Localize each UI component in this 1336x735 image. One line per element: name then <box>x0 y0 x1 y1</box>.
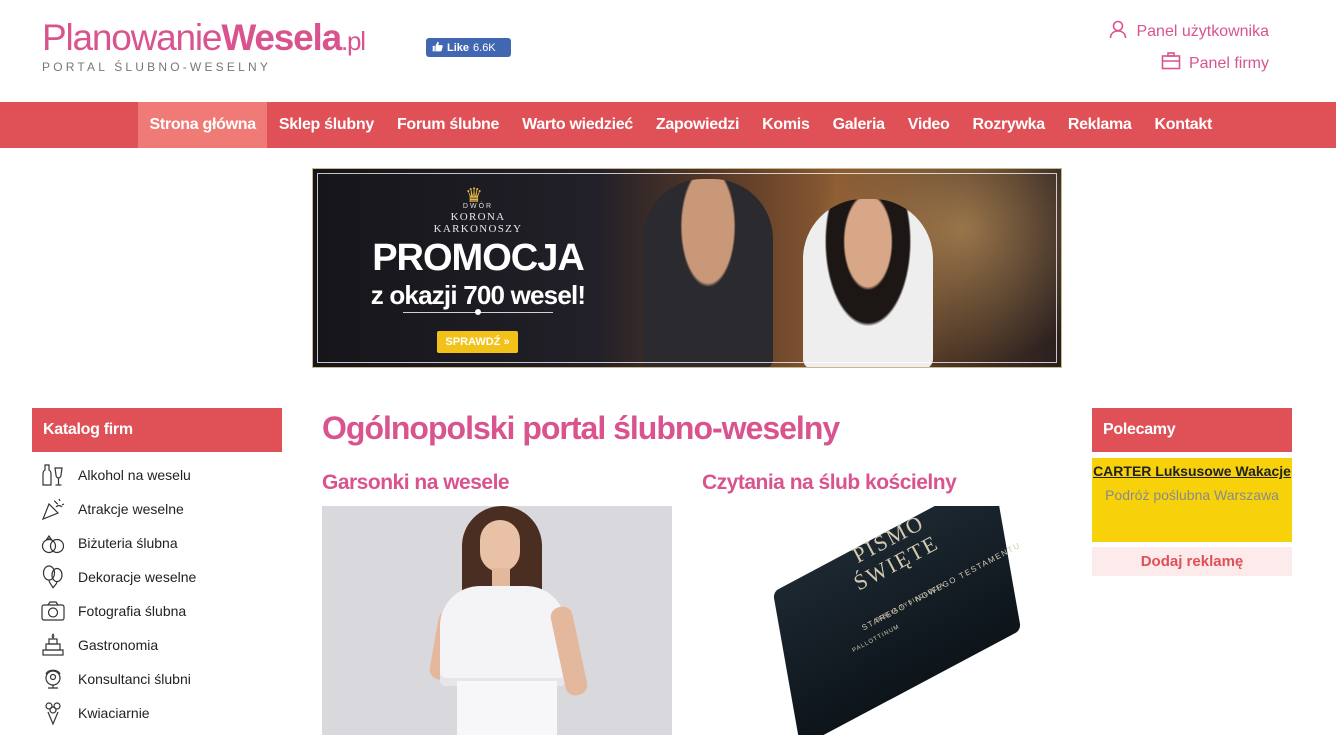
user-panel-link[interactable]: Panel użytkownika <box>1108 19 1269 44</box>
catalog-item-label: Biżuteria ślubna <box>78 535 178 551</box>
briefcase-icon <box>1161 51 1181 76</box>
ad-title-link[interactable]: CARTER Luksusowe Wakacje <box>1092 463 1292 480</box>
facebook-like-count: 6.6K <box>473 41 496 54</box>
nav-item-announcements[interactable]: Zapowiedzi <box>644 102 750 148</box>
banner-cta-button[interactable]: SPRAWDŹ » <box>437 331 518 353</box>
catalog-heading: Katalog firm <box>32 408 282 452</box>
article-title-suits[interactable]: Garsonki na wesele <box>322 471 510 495</box>
catalog-item-photography[interactable]: Fotografia ślubna <box>38 594 196 628</box>
model-jacket <box>440 586 566 686</box>
company-panel-link[interactable]: Panel firmy <box>1161 51 1269 76</box>
banner-subheadline: z okazji 700 wesel! <box>370 280 586 310</box>
logo-text-part2: Wesela <box>221 17 342 58</box>
catalog-item-gastronomy[interactable]: Gastronomia <box>38 628 196 662</box>
catalog-item-label: Atrakcje weselne <box>78 501 184 517</box>
catalog-item-label: Fotografia ślubna <box>78 603 187 619</box>
bouquet-icon <box>38 698 68 728</box>
article-image-bible[interactable]: PISMO ŚWIĘTE STAREGO I NOWEGO TESTAMENTU… <box>702 506 1052 735</box>
company-panel-label: Panel firmy <box>1188 54 1269 72</box>
nav-item-contact[interactable]: Kontakt <box>1143 102 1223 148</box>
party-popper-icon <box>38 494 68 524</box>
banner-headline: PROMOCJA <box>372 237 585 279</box>
banner-brand: KORONA KARKONOSZY <box>433 211 523 235</box>
facebook-like-button[interactable]: Like 6.6K <box>426 38 511 57</box>
balloons-icon <box>38 562 68 592</box>
article-image-suits[interactable] <box>322 506 672 735</box>
article-title-readings[interactable]: Czytania na ślub kościelny <box>702 471 957 495</box>
catalog-item-alcohol[interactable]: Alkohol na weselu <box>38 458 196 492</box>
nav-item-shop[interactable]: Sklep ślubny <box>267 102 385 148</box>
banner-divider-dot <box>475 309 481 315</box>
catalog-item-label: Konsultanci ślubni <box>78 671 191 687</box>
catalog-item-decorations[interactable]: Dekoracje weselne <box>38 560 196 594</box>
camera-icon <box>38 596 68 626</box>
add-ad-button[interactable]: Dodaj reklamę <box>1092 547 1292 576</box>
consultant-icon <box>38 664 68 694</box>
user-panel-label: Panel użytkownika <box>1136 22 1269 40</box>
catalog-item-label: Alkohol na weselu <box>78 467 191 483</box>
ad-subtitle: Podróż poślubna Warszawa <box>1105 487 1279 503</box>
site-logo[interactable]: PlanowanieWesela.pl PORTAL ŚLUBNO-WESELN… <box>42 17 366 75</box>
rings-icon <box>38 528 68 558</box>
nav-item-advertising[interactable]: Reklama <box>1056 102 1143 148</box>
nav-item-video[interactable]: Video <box>896 102 961 148</box>
logo-text-part1: Planowanie <box>42 17 223 58</box>
promo-banner[interactable]: ♛ DWÓR KORONA KARKONOSZY PROMOCJA z okaz… <box>312 168 1062 368</box>
catalog-item-label: Kwiaciarnie <box>78 705 150 721</box>
catalog-item-label: Dekoracje weselne <box>78 569 197 585</box>
bottle-glass-icon <box>38 460 68 490</box>
nav-item-gallery[interactable]: Galeria <box>821 102 896 148</box>
catalog-item-label: Gastronomia <box>78 637 159 653</box>
logo-tagline: PORTAL ŚLUBNO-WESELNY <box>42 60 272 74</box>
banner-brand-small: DWÓR <box>462 203 494 210</box>
nav-item-forum[interactable]: Forum ślubne <box>385 102 510 148</box>
catalog-item-florists[interactable]: Kwiaciarnie <box>38 696 196 730</box>
recommended-ad[interactable]: CARTER Luksusowe Wakacje Podróż poślubna… <box>1092 458 1292 542</box>
nav-item-worth-knowing[interactable]: Warto wiedzieć <box>511 102 645 148</box>
facebook-like-label: Like <box>447 41 470 54</box>
thumbs-up-icon <box>432 41 443 55</box>
catalog-item-consultants[interactable]: Konsultanci ślubni <box>38 662 196 696</box>
nav-item-consignment[interactable]: Komis <box>751 102 821 148</box>
main-navigation: Strona główna Sklep ślubny Forum ślubne … <box>0 102 1336 148</box>
nav-item-entertainment[interactable]: Rozrywka <box>961 102 1056 148</box>
catalog-list: Alkohol na weselu Atrakcje weselne Biżut… <box>38 458 196 730</box>
page-title: Ogólnopolski portal ślubno-weselny <box>322 410 840 446</box>
cake-icon <box>38 630 68 660</box>
model-skirt <box>457 681 557 735</box>
nav-item-home[interactable]: Strona główna <box>138 102 268 148</box>
logo-text-part3: .pl <box>340 26 366 56</box>
user-icon <box>1108 19 1128 44</box>
recommended-heading: Polecamy <box>1092 408 1292 452</box>
catalog-item-jewelry[interactable]: Biżuteria ślubna <box>38 526 196 560</box>
model-face <box>480 520 520 572</box>
catalog-item-attractions[interactable]: Atrakcje weselne <box>38 492 196 526</box>
